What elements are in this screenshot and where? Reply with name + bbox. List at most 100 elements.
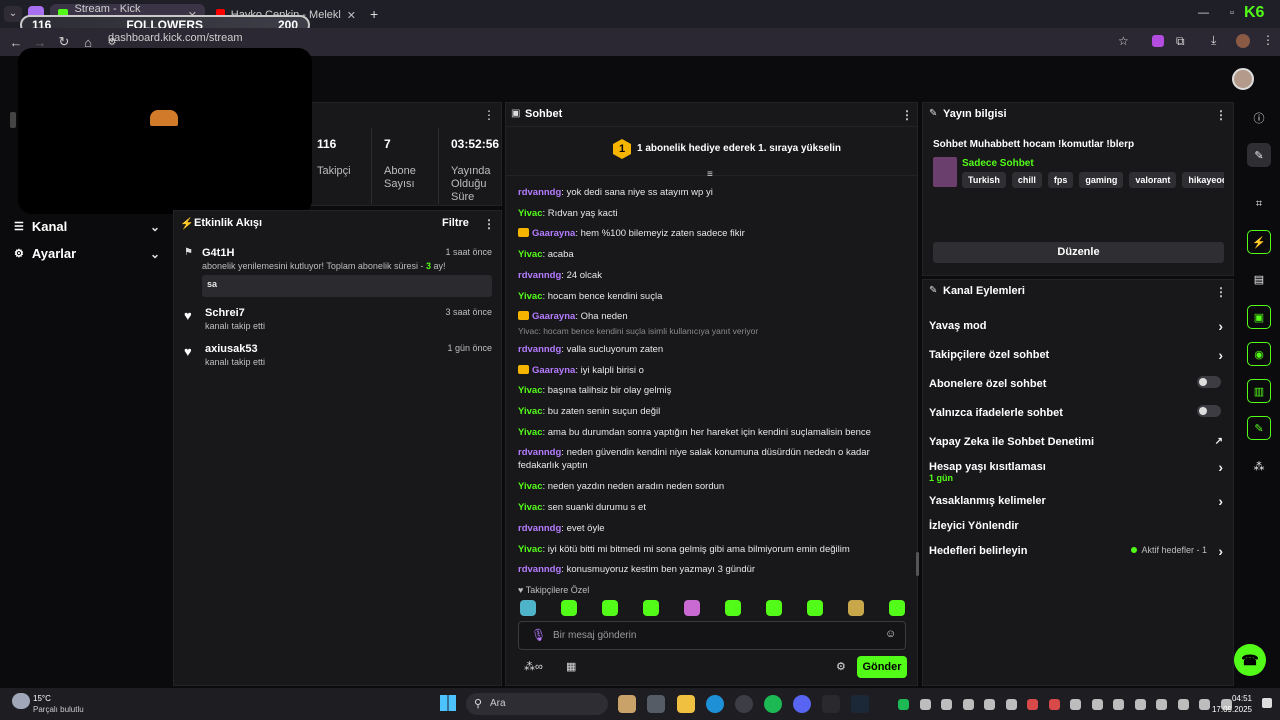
emote-icon[interactable] — [807, 600, 823, 616]
emoji-icon[interactable]: ☺ — [885, 628, 896, 640]
settings-gear-icon[interactable]: ⚙ — [836, 660, 846, 673]
stream-info-menu-icon[interactable]: ⋮ — [1215, 108, 1227, 122]
chat-username[interactable]: rdvanndg — [518, 187, 561, 198]
steam-tray-icon[interactable] — [1113, 699, 1124, 710]
screen-icon[interactable] — [1027, 699, 1038, 710]
nvidia-icon[interactable] — [919, 699, 931, 710]
chat-icon[interactable]: ▣ — [1247, 305, 1271, 329]
chat-message[interactable]: rdvanndg: valla sucluyorum zaten — [518, 343, 908, 356]
restore-button[interactable]: ▫ — [1230, 7, 1234, 19]
discord-tray-icon[interactable] — [1070, 699, 1081, 710]
emote-icon[interactable] — [684, 600, 700, 616]
emote-icon[interactable] — [725, 600, 741, 616]
app-icon[interactable] — [822, 695, 840, 713]
back-icon[interactable]: ← — [4, 35, 28, 50]
chat-message[interactable]: Yivac: Rıdvan yaş kacti — [518, 207, 908, 220]
chat-username[interactable]: Yivac — [518, 481, 542, 492]
apps-icon[interactable]: ⁂ — [1247, 454, 1271, 478]
chat-message[interactable]: rdvanndg: konusmuyoruz kestim ben yazmay… — [518, 563, 908, 576]
chat-username[interactable]: Yivac — [518, 427, 542, 438]
bolt-icon[interactable]: ⚡ — [1247, 230, 1271, 254]
discord-icon[interactable] — [793, 695, 811, 713]
info-icon[interactable]: ⓘ — [1247, 106, 1271, 130]
chevron-left-icon[interactable] — [1091, 699, 1103, 710]
chat-input[interactable]: 🎙 Bir mesaj gönderin ☺ — [518, 621, 906, 650]
chat-message[interactable]: rdvanndg: neden güvendin kendini niye sa… — [518, 446, 908, 472]
taskbar-search[interactable]: ⚲ Ara — [466, 693, 608, 715]
sidebar-item-ayarlar[interactable]: ⚙ Ayarlar ⌄ — [14, 246, 160, 261]
chat-username[interactable]: Yivac — [518, 249, 542, 260]
wrench-icon[interactable]: ✎ — [1247, 416, 1271, 440]
extensions-puzzle-icon[interactable]: ⧉ — [1176, 34, 1185, 49]
channel-action-item[interactable]: Yalnızca ifadelerle sohbet — [929, 405, 1229, 419]
chat-username[interactable]: Gaarayna — [532, 365, 575, 376]
emote-icon[interactable] — [889, 600, 905, 616]
chrome-icon[interactable] — [735, 695, 753, 713]
file-explorer-icon[interactable] — [677, 695, 695, 713]
category-name[interactable]: Sadece Sohbet — [962, 158, 1034, 169]
game-app-icon[interactable] — [618, 695, 636, 713]
notes-icon[interactable]: ▤ — [1247, 267, 1271, 291]
toggle-switch[interactable] — [1197, 376, 1221, 388]
shield-icon[interactable] — [1005, 699, 1017, 710]
chat-username[interactable]: Gaarayna — [532, 228, 575, 239]
chat-message[interactable]: Yivac: sen suanki durumu s et — [518, 501, 908, 514]
chat-username[interactable]: rdvanndg — [518, 447, 561, 458]
channel-action-item[interactable]: Yavaş mod › — [929, 318, 1229, 334]
screenshot-icon[interactable]: ⌗ — [1247, 192, 1271, 216]
channel-action-item[interactable]: İzleyici Yönlendir — [929, 520, 1229, 532]
channel-points-icon[interactable]: ⁂∞ — [524, 660, 543, 673]
chat-username[interactable]: Yivac — [518, 406, 542, 417]
chat-message[interactable]: Yivac: iyi kötü bitti mi bitmedi mi sona… — [518, 543, 908, 556]
download-icon[interactable]: ⤓ — [1211, 33, 1216, 48]
chat-username[interactable]: rdvanndg — [518, 564, 561, 575]
chat-scrollbar[interactable] — [916, 552, 919, 576]
tag[interactable]: valorant — [1129, 172, 1177, 188]
emote-icon[interactable] — [602, 600, 618, 616]
url-text[interactable]: dashboard.kick.com/stream — [108, 32, 243, 44]
microphone-icon[interactable]: 🎙 — [531, 628, 546, 642]
steam-icon[interactable] — [851, 695, 869, 713]
channel-action-item[interactable]: Takipçilere özel sohbet › — [929, 347, 1229, 363]
mic-icon[interactable] — [1177, 699, 1189, 710]
picture-in-picture-video[interactable] — [18, 48, 312, 214]
toggle-switch[interactable] — [1197, 405, 1221, 417]
chat-message[interactable]: Yivac: neden yazdın neden aradın neden s… — [518, 480, 908, 493]
stats-menu-icon[interactable]: ⋮ — [483, 108, 495, 122]
store-icon[interactable]: ▦ — [566, 660, 576, 673]
chat-message[interactable]: rdvanndg: evet öyle — [518, 522, 908, 535]
broadcast-icon[interactable]: ◉ — [1247, 342, 1271, 366]
chat-username[interactable]: rdvanndg — [518, 523, 561, 534]
emote-icon[interactable] — [561, 600, 577, 616]
minimize-button[interactable]: — — [1198, 7, 1209, 19]
tag[interactable]: fps — [1047, 172, 1074, 188]
windows-start-icon[interactable] — [440, 695, 456, 711]
send-button[interactable]: Gönder — [857, 656, 907, 678]
filter-button[interactable]: Filtre — [442, 217, 469, 229]
chat-message[interactable]: rdvanndg: 24 olcak — [518, 269, 908, 282]
chat-message[interactable]: Yivac: bu zaten senin suçun değil — [518, 405, 908, 418]
tag[interactable]: Turkish — [962, 172, 1006, 188]
chat-message[interactable]: Yivac: ama bu durumdan sonra yaptığın he… — [518, 426, 908, 439]
chat-message[interactable]: Yivac: acaba — [518, 248, 908, 261]
chat-username[interactable]: Yivac — [518, 385, 542, 396]
chat-username[interactable]: Gaarayna — [532, 311, 575, 322]
tag[interactable]: chill — [1011, 172, 1042, 188]
steelseries-icon[interactable] — [941, 699, 952, 710]
channel-action-item[interactable]: Hesap yaşı kısıtlaması 1 gün › — [929, 459, 1229, 483]
channel-action-item[interactable]: Abonelere özel sohbet — [929, 376, 1229, 390]
pencil-icon[interactable]: ✎ — [1247, 143, 1271, 167]
edit-button[interactable]: Düzenle — [933, 242, 1224, 263]
layout-icon[interactable]: ▥ — [1247, 379, 1271, 403]
chat-message[interactable]: Gaarayna: Oha neden — [518, 310, 908, 323]
vpn-icon[interactable] — [984, 699, 995, 710]
channel-actions-menu-icon[interactable]: ⋮ — [1215, 285, 1227, 299]
edge-icon[interactable] — [706, 695, 724, 713]
chat-username[interactable]: Yivac — [518, 502, 542, 513]
task-view-icon[interactable] — [647, 695, 665, 713]
game-bar-icon[interactable] — [1048, 699, 1060, 710]
chat-username[interactable]: Yivac — [518, 544, 542, 555]
chat-message[interactable]: Gaarayna: iyi kalpli birisi o — [518, 364, 908, 377]
spotify-tray-icon[interactable] — [898, 699, 909, 710]
avatar[interactable] — [1236, 34, 1250, 48]
